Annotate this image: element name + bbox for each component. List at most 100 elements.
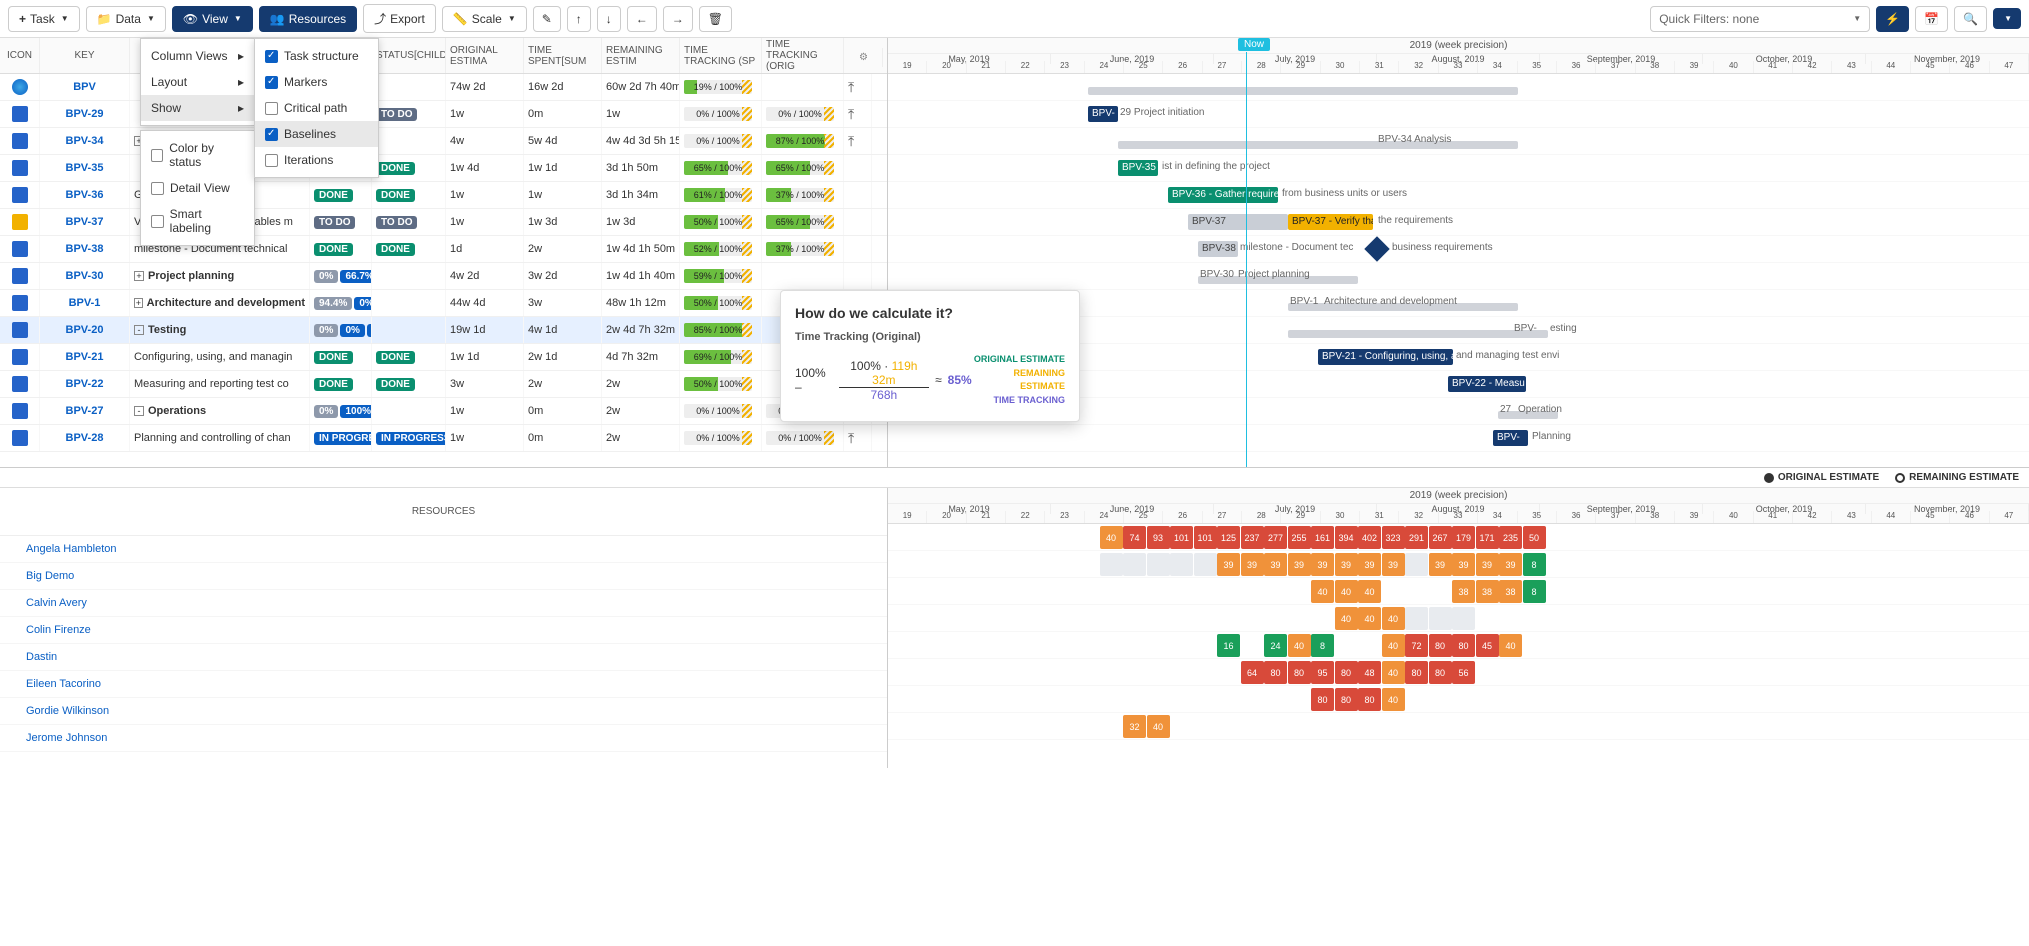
resource-row[interactable]: Gordie Wilkinson — [0, 698, 887, 725]
heatmap-cell[interactable]: 40 — [1382, 634, 1405, 657]
menu-layout[interactable]: Layout▸ — [141, 69, 254, 95]
heatmap-cell[interactable]: 45 — [1476, 634, 1499, 657]
collapse-icon[interactable]: ⤒ — [848, 106, 854, 123]
heatmap-cell[interactable]: 80 — [1429, 661, 1452, 684]
gantt-bar[interactable]: BPV-36 - Gather requireme — [1168, 187, 1278, 203]
table-row[interactable]: BPV-34 + 103 4w 5w 4d 4w 4d 3d 5h 15m 0%… — [0, 128, 887, 155]
menu-column-views[interactable]: Column Views▸ — [141, 43, 254, 69]
issue-key[interactable]: BPV-20 — [66, 324, 104, 336]
expander-icon[interactable]: - — [134, 406, 144, 416]
submenu-critical-path[interactable]: Critical path — [255, 95, 378, 121]
gantt-summary-bar[interactable] — [1118, 141, 1518, 149]
resource-row[interactable]: Colin Firenze — [0, 617, 887, 644]
submenu-task-structure[interactable]: Task structure — [255, 43, 378, 69]
table-row[interactable]: BPV-36 Gather requirements fr DONE DONE … — [0, 182, 887, 209]
issue-key[interactable]: BPV-36 — [66, 189, 104, 201]
heatmap-cell[interactable] — [1100, 553, 1123, 576]
quick-filter-dropdown[interactable]: Quick Filters: none▼ — [1650, 6, 1870, 32]
heatmap-cell[interactable]: 80 — [1452, 634, 1475, 657]
heatmap-cell[interactable]: 80 — [1311, 688, 1334, 711]
heatmap-cell[interactable]: 323 — [1382, 526, 1405, 549]
heatmap-cell[interactable]: 50 — [1523, 526, 1546, 549]
col-tracking-sp[interactable]: TIME TRACKING (SP — [680, 38, 762, 73]
heatmap-cell[interactable]: 39 — [1241, 553, 1264, 576]
heatmap-cell[interactable]: 8 — [1523, 553, 1546, 576]
heatmap-cell[interactable]: 38 — [1452, 580, 1475, 603]
heatmap-cell[interactable] — [1170, 553, 1193, 576]
col-tracking-orig[interactable]: TIME TRACKING (ORIG — [762, 38, 844, 73]
heatmap-cell[interactable]: 80 — [1335, 661, 1358, 684]
heatmap-cell[interactable]: 39 — [1264, 553, 1287, 576]
heatmap-cell[interactable]: 38 — [1476, 580, 1499, 603]
heatmap-cell[interactable]: 39 — [1311, 553, 1334, 576]
menu-detail-view[interactable]: Detail View — [141, 175, 254, 201]
heatmap-cell[interactable]: 237 — [1241, 526, 1264, 549]
collapse-icon[interactable]: ⤒ — [848, 133, 854, 150]
heatmap-cell[interactable]: 80 — [1429, 634, 1452, 657]
heatmap-cell[interactable]: 39 — [1288, 553, 1311, 576]
heatmap-cell[interactable]: 40 — [1499, 634, 1522, 657]
table-row[interactable]: BPV-21 Configuring, using, and managin D… — [0, 344, 887, 371]
heatmap-cell[interactable] — [1405, 607, 1428, 630]
heatmap-cell[interactable]: 39 — [1429, 553, 1452, 576]
table-row[interactable]: BPV-35 DONE DONE 1w 4d 1w 1d 3d 1h 50m 6… — [0, 155, 887, 182]
heatmap-cell[interactable]: 80 — [1405, 661, 1428, 684]
collapse-icon[interactable]: ⤒ — [848, 430, 854, 447]
heatmap-cell[interactable]: 40 — [1335, 607, 1358, 630]
issue-key[interactable]: BPV-29 — [66, 108, 104, 120]
arrow-right-icon[interactable]: → — [663, 6, 693, 32]
expander-icon[interactable]: - — [134, 325, 144, 335]
heatmap-cell[interactable]: 40 — [1382, 688, 1405, 711]
heatmap-cell[interactable]: 8 — [1523, 580, 1546, 603]
arrow-left-icon[interactable]: ← — [627, 6, 657, 32]
col-remaining[interactable]: REMAINING ESTIM — [602, 38, 680, 73]
heatmap-cell[interactable]: 40 — [1382, 607, 1405, 630]
heatmap-cell[interactable]: 267 — [1429, 526, 1452, 549]
table-row[interactable]: BPV-1 +Architecture and development 94.4… — [0, 290, 887, 317]
heatmap-cell[interactable]: 277 — [1264, 526, 1287, 549]
expander-icon[interactable]: + — [134, 298, 143, 308]
table-row[interactable]: BPV-37 Verify that project deliverables … — [0, 209, 887, 236]
gantt-bar[interactable]: BPV- — [1493, 430, 1528, 446]
issue-key[interactable]: BPV — [73, 81, 96, 93]
issue-key[interactable]: BPV-38 — [66, 243, 104, 255]
issue-key[interactable]: BPV-28 — [66, 432, 104, 444]
heatmap-cell[interactable]: 80 — [1335, 688, 1358, 711]
radio-original-estimate[interactable]: ORIGINAL ESTIMATE — [1764, 472, 1879, 483]
submenu-markers[interactable]: Markers — [255, 69, 378, 95]
heatmap-cell[interactable]: 72 — [1405, 634, 1428, 657]
submenu-iterations[interactable]: Iterations — [255, 147, 378, 173]
table-row[interactable]: BPV-38 milestone - Document technical DO… — [0, 236, 887, 263]
col-status2[interactable]: STATUS[CHILDREN — [372, 38, 446, 73]
heatmap-cell[interactable]: 38 — [1499, 580, 1522, 603]
heatmap-cell[interactable]: 39 — [1335, 553, 1358, 576]
gantt-summary-bar[interactable] — [1088, 87, 1518, 95]
resource-row[interactable]: Angela Hambleton — [0, 536, 887, 563]
gantt-bar[interactable]: BPV-35 — [1118, 160, 1158, 176]
heatmap-cell[interactable]: 125 — [1217, 526, 1240, 549]
heatmap-cell[interactable]: 40 — [1358, 580, 1381, 603]
heatmap-cell[interactable]: 394 — [1335, 526, 1358, 549]
table-row[interactable]: BPV-20 -Testing 0%0%1002 19w 1d 4w 1d 2w… — [0, 317, 887, 344]
heatmap-cell[interactable]: 235 — [1499, 526, 1522, 549]
gantt-summary-bar[interactable] — [1288, 330, 1548, 338]
scale-button[interactable]: 📏 Scale▼ — [442, 6, 527, 32]
heatmap-cell[interactable]: 80 — [1288, 661, 1311, 684]
gantt-bar[interactable]: BPV-38 — [1198, 241, 1238, 257]
heatmap-cell[interactable]: 255 — [1288, 526, 1311, 549]
heatmap-cell[interactable]: 93 — [1147, 526, 1170, 549]
arrow-down-icon[interactable]: ↓ — [597, 6, 621, 32]
resources-button[interactable]: 👥 Resources — [259, 6, 357, 32]
heatmap-cell[interactable]: 32 — [1123, 715, 1146, 738]
gantt-bar[interactable]: BPV-37 — [1188, 214, 1288, 230]
submenu-baselines[interactable]: Baselines — [255, 121, 378, 147]
heatmap-cell[interactable]: 101 — [1170, 526, 1193, 549]
issue-key[interactable]: BPV-34 — [66, 135, 104, 147]
heatmap-cell[interactable]: 80 — [1358, 688, 1381, 711]
milestone-diamond[interactable] — [1364, 236, 1389, 261]
table-row[interactable]: BPV-27 -Operations 0%100%010 1w 0m 2w 0%… — [0, 398, 887, 425]
export-button[interactable]: ⤴ Export — [363, 4, 436, 33]
search-icon[interactable]: 🔍 — [1954, 6, 1987, 32]
calendar-icon[interactable]: 📅 — [1915, 6, 1948, 32]
heatmap-cell[interactable] — [1194, 553, 1217, 576]
